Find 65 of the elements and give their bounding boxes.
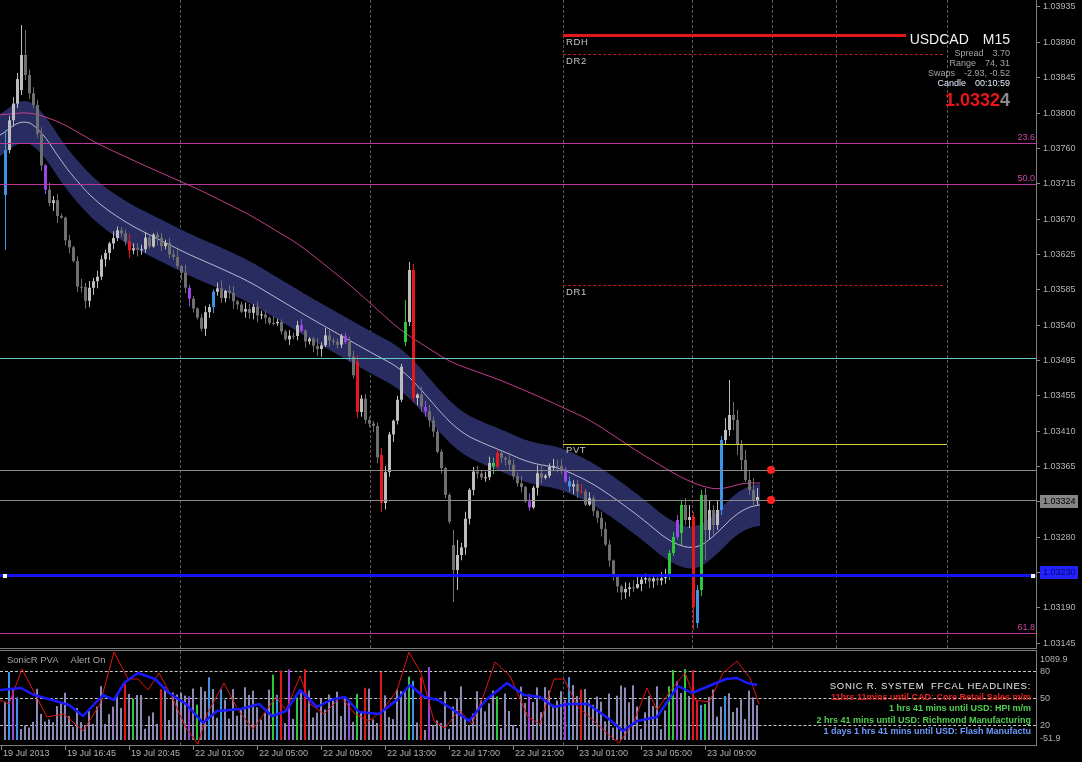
price-axis-label: 1.03890	[1043, 36, 1076, 48]
time-axis-label: 22 Jul 09:00	[323, 747, 373, 760]
timeframe-label: M15	[982, 31, 1010, 47]
info-label: Candle	[937, 78, 966, 88]
headline-text: 1 days 1 hrs 41 mins until USD: Flash Manufactu	[823, 725, 1031, 738]
bid-price-last-digit: 4	[1000, 90, 1010, 110]
price-axis-label: 1.03540	[1043, 319, 1076, 331]
price-axis-label: 1.03760	[1043, 142, 1076, 154]
indicator-scale-label: 20	[1040, 719, 1050, 731]
info-label: Swaps	[927, 68, 955, 78]
price-axis-label: 1.03935	[1043, 1, 1076, 13]
current-price-tag: 1.03324	[1040, 495, 1078, 509]
price-axis-label: 1.03190	[1043, 602, 1076, 614]
info-label: Spread	[954, 48, 984, 58]
indicator-scale-label: 1089.9	[1040, 653, 1068, 665]
level-label: PVT	[566, 445, 587, 455]
indicator-title: SonicR PVA	[7, 654, 59, 666]
price-axis-label: 1.03495	[1043, 354, 1076, 366]
info-label: Range	[949, 58, 976, 68]
time-axis-label: 19 Jul 20:45	[131, 747, 181, 760]
price-axis-label: 1.03670	[1043, 213, 1076, 225]
price-axis-label: 1.03585	[1043, 284, 1076, 296]
level-label: DR1	[566, 287, 587, 297]
price-axis-label: 1.03365	[1043, 460, 1076, 472]
info-value: 3.70	[992, 48, 1010, 58]
info-value: -2.93, -0.52	[963, 68, 1010, 78]
indicator-scale-label: -51.9	[1040, 732, 1061, 744]
time-axis-label: 22 Jul 17:00	[451, 747, 501, 760]
fibonacci-level-label: 61.8	[1017, 622, 1035, 632]
price-axis-label: 1.03715	[1043, 178, 1076, 190]
alert-status: Alert On	[70, 654, 106, 666]
marker-dot-icon	[767, 466, 775, 474]
time-axis-label: 22 Jul 01:00	[195, 747, 245, 760]
price-axis-label: 1.03280	[1043, 531, 1076, 543]
line-price-tag: 1.03230	[1040, 566, 1078, 579]
headlines-title: SONIC R. SYSTEM FFCAL HEADLINES:	[829, 680, 1031, 692]
indicator-scale-label: 80	[1040, 665, 1050, 677]
marker-dot-icon	[767, 496, 775, 504]
price-axis-label: 1.03410	[1043, 425, 1076, 437]
symbol-name: USDCAD	[909, 31, 969, 47]
time-axis-label: 19 Jul 2013	[3, 747, 50, 760]
info-value: 00:10:59	[974, 78, 1010, 88]
headline-text: 1 hrs 41 mins until USD: HPI m/m	[888, 703, 1031, 715]
info-value: 74, 31	[984, 58, 1010, 68]
time-axis-label: 23 Jul 05:00	[643, 747, 693, 760]
time-axis-label: 23 Jul 09:00	[707, 747, 757, 760]
price-axis-label: 1.03800	[1043, 107, 1076, 119]
level-label: RDH	[566, 37, 589, 47]
time-axis-label: 22 Jul 13:00	[387, 747, 437, 760]
time-axis-label: 22 Jul 21:00	[515, 747, 565, 760]
price-axis-label: 1.03845	[1043, 72, 1076, 84]
time-axis-label: 23 Jul 01:00	[579, 747, 629, 760]
level-label: DR2	[566, 56, 587, 66]
fibonacci-level-label: 23.6	[1017, 132, 1035, 142]
price-axis-label: 1.03455	[1043, 390, 1076, 402]
indicator-scale-label: 50	[1040, 692, 1050, 704]
time-axis-label: 22 Jul 05:00	[259, 747, 309, 760]
headline-text: 2 hrs 41 mins until USD: Richmond Manufacturing	[816, 714, 1031, 726]
line-handle-icon[interactable]	[3, 574, 7, 578]
price-axis-label: 1.03145	[1043, 637, 1076, 649]
line-handle-icon[interactable]	[1031, 574, 1035, 578]
bid-price: 1.0332	[944, 90, 1000, 110]
fibonacci-level-label: 50.0	[1017, 173, 1035, 183]
price-axis-label: 1.03625	[1043, 248, 1076, 260]
time-axis-label: 19 Jul 16:45	[67, 747, 117, 760]
